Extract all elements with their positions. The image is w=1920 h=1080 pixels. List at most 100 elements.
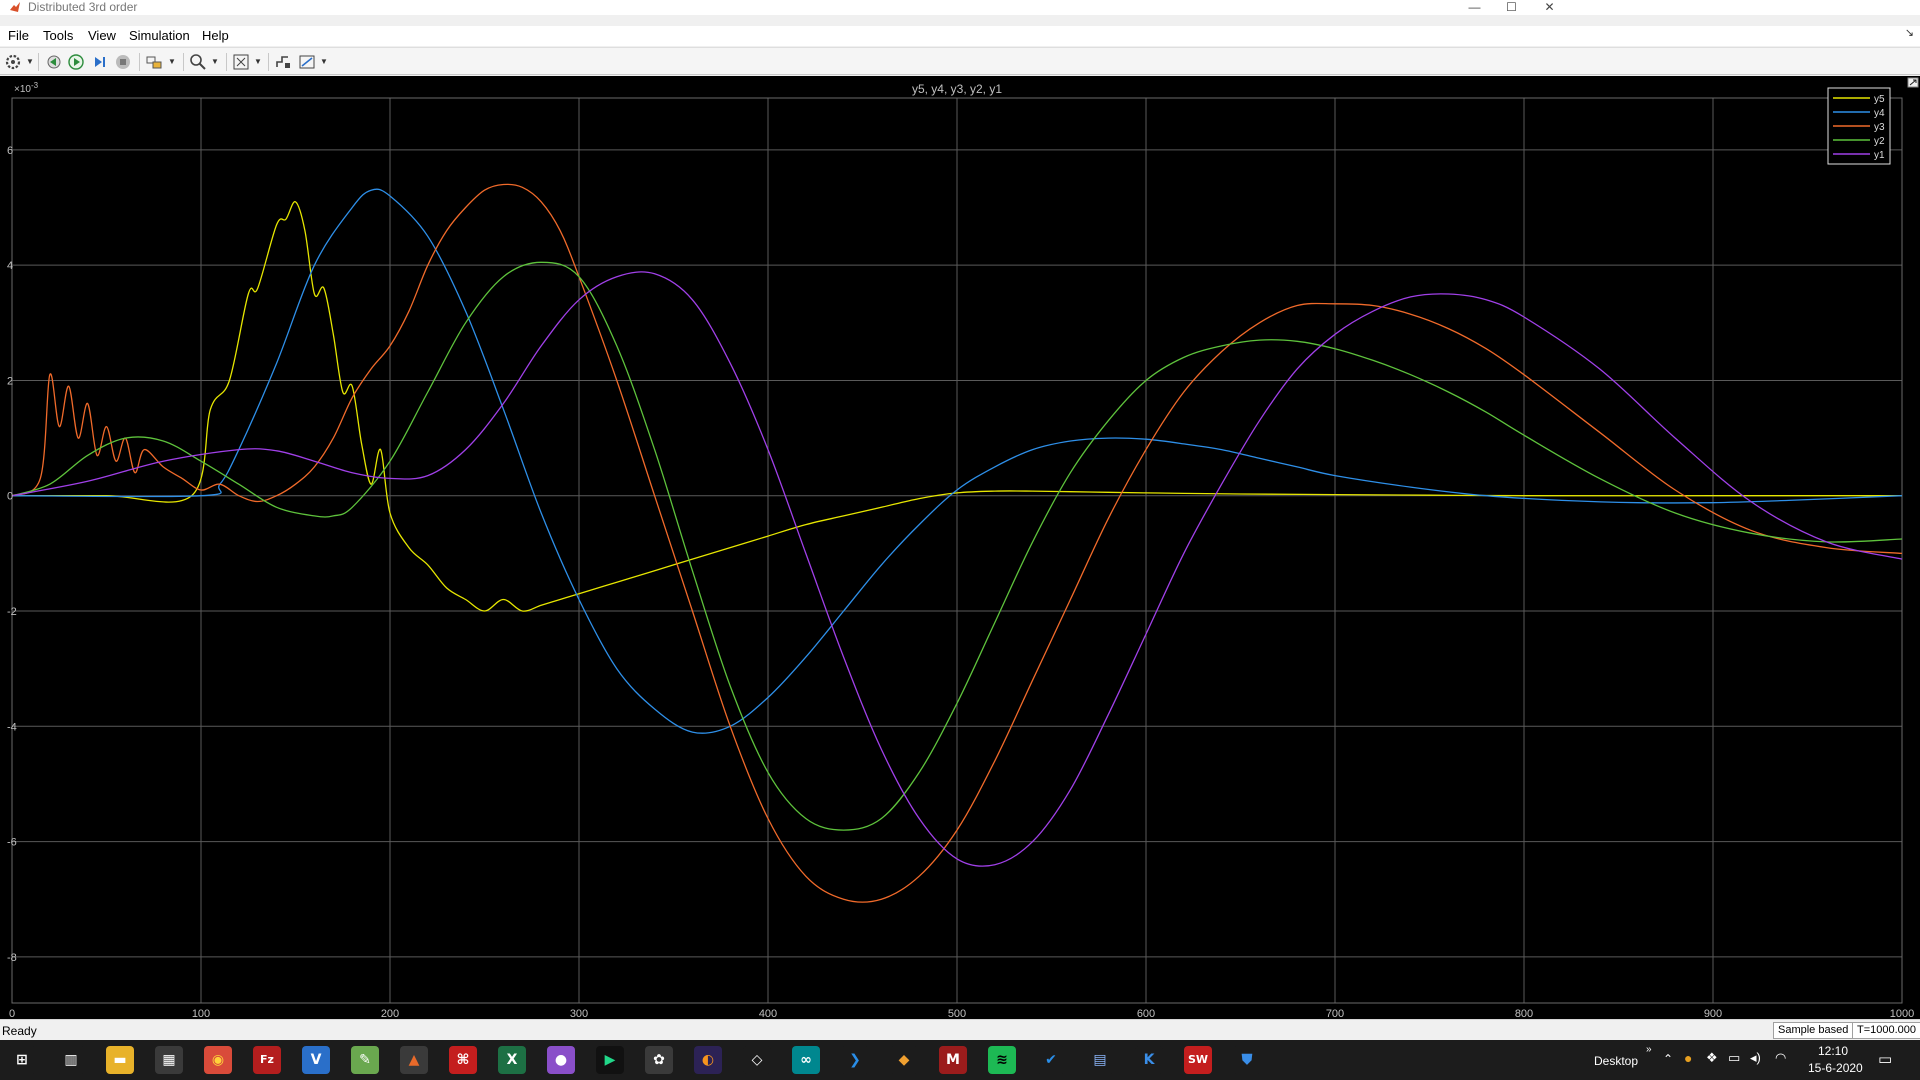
matlab-logo-icon <box>10 2 20 12</box>
run-icon[interactable] <box>67 53 85 71</box>
desktop-toolbar-label[interactable]: Desktop <box>1594 1054 1638 1068</box>
cursor-measurements-icon[interactable] <box>298 53 316 71</box>
chrome-icon-glyph: ◉ <box>211 1052 225 1068</box>
step-forward-icon[interactable] <box>91 53 109 71</box>
measurements-dropdown-icon[interactable]: ▼ <box>320 57 328 66</box>
window-title: Distributed 3rd order <box>28 0 138 14</box>
kicad-icon-glyph: K <box>1143 1052 1155 1068</box>
x-tick-label: 200 <box>381 1008 399 1019</box>
menu-simulation[interactable]: Simulation <box>129 28 190 44</box>
toolbar-separator <box>38 53 39 71</box>
notification-icon[interactable]: ▭ <box>1878 1050 1892 1068</box>
vscode-icon[interactable]: ❯ <box>841 1046 869 1074</box>
highlight-block-icon[interactable] <box>145 53 163 71</box>
x-tick-label: 800 <box>1515 1008 1533 1019</box>
legend-label: y1 <box>1874 150 1885 161</box>
task-view-icon[interactable]: ▥ <box>57 1046 85 1074</box>
acrobat-icon[interactable]: ⌘ <box>449 1046 477 1074</box>
app-purple-icon[interactable]: ● <box>547 1046 575 1074</box>
y-tick-label: -8 <box>7 952 17 964</box>
y-tick-label: 6 <box>7 145 13 157</box>
matlab-icon-glyph: ▲ <box>408 1052 420 1068</box>
windows-start-icon-glyph: ⊞ <box>16 1052 28 1068</box>
menu-tools[interactable]: Tools <box>43 28 73 44</box>
filezilla-icon[interactable]: Fz <box>253 1046 281 1074</box>
toolbar-separator <box>139 53 140 71</box>
security-icon[interactable]: ⛊ <box>1233 1046 1261 1074</box>
x-tick-label: 100 <box>192 1008 210 1019</box>
git-icon-glyph: ◆ <box>898 1052 910 1068</box>
spotify-icon[interactable]: ≋ <box>988 1046 1016 1074</box>
menu-bar: File Tools View Simulation Help ↘ <box>0 26 1920 46</box>
mendeley-icon[interactable]: M <box>939 1046 967 1074</box>
inkscape-icon[interactable]: ✿ <box>645 1046 673 1074</box>
x-tick-label: 700 <box>1326 1008 1344 1019</box>
file-explorer-icon[interactable]: ▬ <box>106 1046 134 1074</box>
git-icon[interactable]: ◆ <box>890 1046 918 1074</box>
security-icon-glyph: ⛊ <box>1241 1052 1253 1068</box>
fit-to-view-icon[interactable] <box>232 53 250 71</box>
calculator-icon[interactable]: ▦ <box>155 1046 183 1074</box>
arduino-icon[interactable]: ∞ <box>792 1046 820 1074</box>
teams-task-icon-glyph: ✔ <box>1045 1052 1057 1068</box>
settings-dropdown-icon[interactable]: ▼ <box>26 57 34 66</box>
acrobat-icon-glyph: ⌘ <box>456 1052 470 1068</box>
legend[interactable]: y5 y4 y3 y2 y1 <box>1827 87 1891 165</box>
highlight-dropdown-icon[interactable]: ▼ <box>168 57 176 66</box>
taskbar: ⊞ ▥ ▬ ▦ ◉ Fz V ✎ ▲ ⌘ X ● ▶ ✿ ◐ ◇ ∞ ❯ ◆ M ≋ ✔ ▤ K SW ⛊ Desktop » ⌃… <box>0 1040 1920 1080</box>
excel-icon-glyph: X <box>506 1052 518 1068</box>
matlab-icon[interactable]: ▲ <box>400 1046 428 1074</box>
sample-mode-label: Sample based <box>1773 1022 1854 1039</box>
zoom-icon[interactable] <box>189 53 207 71</box>
weather-icon[interactable]: ● <box>1684 1050 1692 1066</box>
scope-display[interactable]: 0 100 200 300 400 500 600 700 800 900 1000 6 4 2 0 -2 -4… <box>0 76 1920 1024</box>
stop-icon[interactable] <box>114 53 132 71</box>
plot-title: y5, y4, y3, y2, y1 <box>912 82 1002 96</box>
y-tick-label: -2 <box>7 606 17 618</box>
x-tick-label: 400 <box>759 1008 777 1019</box>
settings-icon[interactable] <box>4 53 22 71</box>
teams-task-icon[interactable]: ✔ <box>1037 1046 1065 1074</box>
windows-start-icon[interactable]: ⊞ <box>8 1046 36 1074</box>
kicad-icon[interactable]: K <box>1135 1046 1163 1074</box>
chrome-icon[interactable]: ◉ <box>204 1046 232 1074</box>
toolbar-expand-icon[interactable]: » <box>1646 1044 1652 1055</box>
menu-file[interactable]: File <box>8 28 29 44</box>
legend-label: y5 <box>1874 94 1885 105</box>
wifi-icon[interactable]: ◠ <box>1775 1050 1786 1066</box>
tray-chevron-icon[interactable]: ⌃ <box>1663 1052 1673 1066</box>
clock-date[interactable]: 15-6-2020 <box>1808 1061 1863 1075</box>
excel-icon[interactable]: X <box>498 1046 526 1074</box>
network-monitor-icon[interactable]: ▤ <box>1086 1046 1114 1074</box>
undock-icon[interactable] <box>1907 77 1919 88</box>
notepad-icon-glyph: ✎ <box>359 1052 371 1068</box>
zoom-dropdown-icon[interactable]: ▼ <box>211 57 219 66</box>
clock-time[interactable]: 12:10 <box>1818 1044 1848 1058</box>
scope-plot[interactable]: 0 100 200 300 400 500 600 700 800 900 1000 6 4 2 0 -2 -4… <box>0 76 1920 1019</box>
eclipse-icon[interactable]: ◐ <box>694 1046 722 1074</box>
menu-view[interactable]: View <box>88 28 116 44</box>
toolbar: ▼ ▼ ▼ ▼ ▼ <box>0 47 1920 75</box>
mendeley-icon-glyph: M <box>946 1052 960 1068</box>
logisim-icon[interactable]: ◇ <box>743 1046 771 1074</box>
vscode-alt-icon-glyph: V <box>310 1052 322 1068</box>
notepad-icon[interactable]: ✎ <box>351 1046 379 1074</box>
x-tick-label: 0 <box>9 1008 15 1019</box>
legend-label: y4 <box>1874 108 1885 119</box>
triggers-icon[interactable] <box>274 53 292 71</box>
step-back-icon[interactable] <box>44 53 62 71</box>
undock-arrow-icon[interactable]: ↘ <box>1905 26 1914 39</box>
pycharm-icon[interactable]: ▶ <box>596 1046 624 1074</box>
battery-icon[interactable]: ▭ <box>1728 1050 1740 1066</box>
fit-dropdown-icon[interactable]: ▼ <box>254 57 262 66</box>
solidworks-icon[interactable]: SW <box>1184 1046 1212 1074</box>
volume-icon[interactable]: ◂) <box>1750 1050 1761 1066</box>
menu-help[interactable]: Help <box>202 28 229 44</box>
vscode-alt-icon[interactable]: V <box>302 1046 330 1074</box>
dropbox-icon[interactable]: ❖ <box>1706 1050 1718 1066</box>
legend-label: y2 <box>1874 136 1885 147</box>
solidworks-icon-glyph: SW <box>1187 1053 1209 1066</box>
logisim-icon-glyph: ◇ <box>751 1052 763 1068</box>
close-button[interactable]: ✕ <box>1527 0 1572 15</box>
status-text: Ready <box>2 1024 37 1038</box>
